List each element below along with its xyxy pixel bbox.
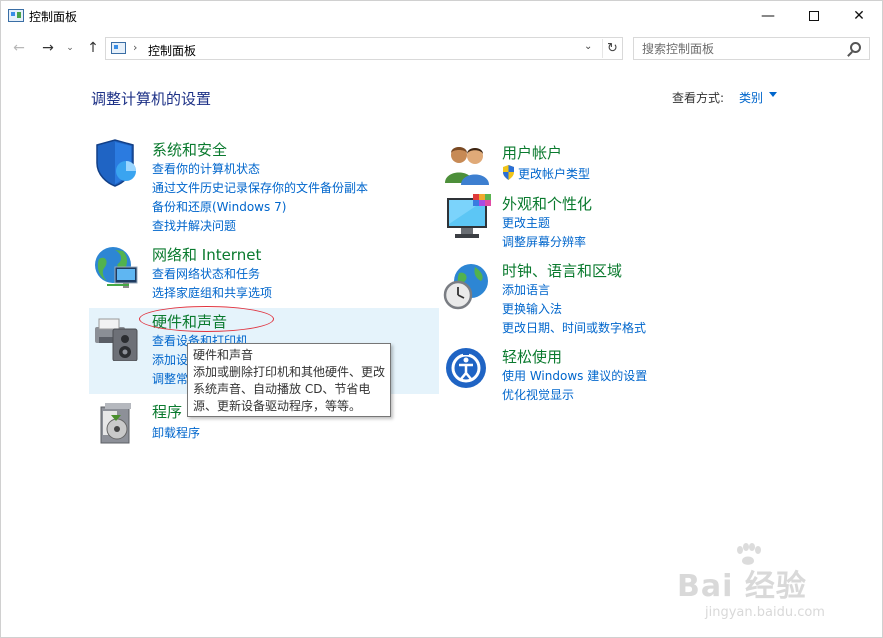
link-file-history[interactable]: 通过文件历史记录保存你的文件备份副本 (152, 179, 368, 196)
category-appearance[interactable]: 外观和个性化 (502, 193, 592, 214)
up-button[interactable]: ↑ (82, 37, 104, 59)
category-network-internet[interactable]: 网络和 Internet (152, 244, 261, 265)
category-clock-language-region[interactable]: 时钟、语言和区域 (502, 260, 622, 281)
uac-shield-icon (502, 165, 515, 183)
link-change-input-method[interactable]: 更换输入法 (502, 300, 562, 317)
link-homegroup[interactable]: 选择家庭组和共享选项 (152, 284, 272, 301)
appearance-monitor-icon[interactable] (445, 194, 493, 245)
link-add-device[interactable]: 添加设 (152, 351, 188, 368)
chevron-down-icon[interactable] (769, 92, 777, 97)
view-by-label: 查看方式: (672, 91, 725, 105)
link-optimize-visual[interactable]: 优化视觉显示 (502, 386, 574, 403)
link-date-time-format[interactable]: 更改日期、时间或数字格式 (502, 319, 646, 336)
category-user-accounts[interactable]: 用户帐户 (502, 142, 562, 163)
link-add-language[interactable]: 添加语言 (502, 281, 550, 298)
ease-of-access-icon[interactable] (445, 347, 487, 392)
tooltip-body: 添加或删除打印机和其他硬件、更改系统声音、自动播放 CD、节省电源、更新设备驱动… (193, 365, 386, 413)
recent-locations-button[interactable]: ⌄ (63, 37, 77, 59)
maximize-button[interactable] (791, 1, 837, 32)
window-title: 控制面板 (29, 10, 78, 24)
control-panel-icon (111, 42, 126, 54)
address-dropdown-button[interactable]: ⌄ (584, 41, 592, 52)
breadcrumb-separator[interactable]: › (133, 41, 137, 54)
link-adjust-common[interactable]: 调整常 (152, 370, 188, 387)
page-title: 调整计算机的设置 (91, 90, 212, 108)
clock-globe-icon[interactable] (443, 263, 491, 314)
tooltip-title: 硬件和声音 (193, 348, 254, 362)
maximize-icon (809, 11, 819, 21)
control-panel-window: 控制面板 — ✕ ← → ⌄ ↑ › 控制面板 ⌄ ↻ 调整计算机的设置 查看方… (0, 0, 883, 638)
view-by-dropdown[interactable]: 类别 (739, 89, 763, 106)
link-view-computer-status[interactable]: 查看你的计算机状态 (152, 160, 260, 177)
breadcrumb-control-panel[interactable]: 控制面板 (148, 42, 196, 59)
link-uninstall-program[interactable]: 卸载程序 (152, 424, 200, 441)
minimize-button[interactable]: — (745, 1, 791, 32)
user-accounts-icon[interactable] (445, 143, 491, 188)
search-input[interactable] (634, 38, 844, 59)
forward-button[interactable]: → (37, 37, 59, 59)
close-button[interactable]: ✕ (836, 1, 882, 32)
title-bar[interactable]: 控制面板 — ✕ (1, 1, 882, 32)
watermark-url: jingyan.baidu.com (705, 605, 825, 620)
link-network-status[interactable]: 查看网络状态和任务 (152, 265, 260, 282)
link-recommended-settings[interactable]: 使用 Windows 建议的设置 (502, 367, 647, 384)
link-change-theme[interactable]: 更改主题 (502, 214, 550, 231)
tooltip: 硬件和声音 添加或删除打印机和其他硬件、更改系统声音、自动播放 CD、节省电源、… (187, 343, 391, 417)
shield-icon[interactable] (93, 139, 139, 190)
network-globe-icon[interactable] (93, 245, 141, 294)
link-troubleshoot[interactable]: 查找并解决问题 (152, 217, 236, 234)
control-panel-icon (8, 9, 24, 22)
search-icon[interactable] (850, 42, 861, 53)
category-ease-of-access[interactable]: 轻松使用 (502, 346, 562, 367)
programs-icon[interactable] (99, 401, 135, 448)
refresh-button[interactable]: ↻ (602, 39, 622, 58)
link-backup-restore[interactable]: 备份和还原(Windows 7) (152, 198, 286, 215)
watermark-logo: Bai 经验 (677, 569, 807, 604)
navigation-bar: ← → ⌄ ↑ › 控制面板 ⌄ ↻ (1, 35, 882, 61)
link-change-account-type[interactable]: 更改帐户类型 (518, 165, 590, 182)
address-bar[interactable]: › 控制面板 ⌄ ↻ (105, 37, 623, 60)
annotation-ellipse (139, 306, 274, 332)
search-box[interactable] (633, 37, 870, 60)
back-button[interactable]: ← (8, 37, 30, 59)
category-programs[interactable]: 程序 (152, 401, 182, 422)
category-system-security[interactable]: 系统和安全 (152, 139, 227, 160)
printer-speaker-icon[interactable] (93, 311, 141, 364)
link-screen-resolution[interactable]: 调整屏幕分辨率 (502, 233, 586, 250)
